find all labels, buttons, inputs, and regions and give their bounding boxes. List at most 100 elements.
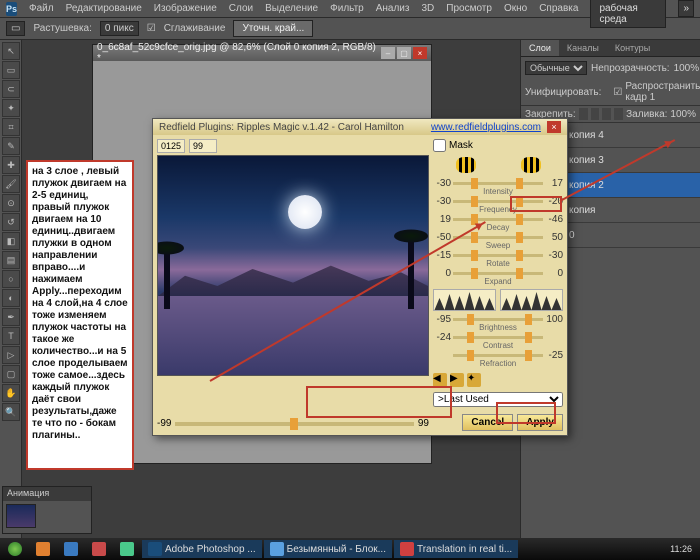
win-close-icon[interactable]: × [413,47,427,59]
lock-trans-icon[interactable] [579,108,588,120]
cancel-button[interactable]: Cancel [462,414,513,431]
frame-thumb[interactable] [6,504,36,528]
path-tool-icon[interactable]: ▷ [2,346,20,364]
slider-label: Frequency [433,205,563,214]
feather-input[interactable]: 0 пикс [100,21,139,36]
unify-label: Унифицировать: [525,87,601,98]
plugin-link[interactable]: www.redfieldplugins.com [431,122,541,133]
quicklaunch-icon[interactable] [114,540,140,558]
wand-tool-icon[interactable]: ✦ [2,99,20,117]
menu-edit[interactable]: Редактирование [66,3,142,14]
preview-num-b[interactable]: 99 [189,139,217,153]
propagate-check[interactable]: ☑ [613,87,622,98]
slider-label: Brightness [433,323,563,332]
menu-3d[interactable]: 3D [421,3,434,14]
menu-view[interactable]: Просмотр [446,3,492,14]
zoom-tool-icon[interactable]: 🔍 [2,403,20,421]
menu-filter[interactable]: Фильтр [330,3,364,14]
apply-button[interactable]: Apply [517,414,563,431]
dodge-tool-icon[interactable]: ◐ [2,289,20,307]
preset-bee-icon[interactable] [456,157,476,173]
shape-tool-icon[interactable]: ▢ [2,365,20,383]
waveform-left[interactable] [433,289,496,311]
plugin-close-icon[interactable]: × [547,121,561,133]
quicklaunch-icon[interactable] [86,540,112,558]
mask-checkbox[interactable] [433,139,446,152]
layer-name: копия 4 [569,130,604,141]
workspace-button[interactable]: Основная рабочая среда [590,0,666,28]
slider-refraction[interactable] [453,354,543,357]
win-max-icon[interactable]: ▢ [397,47,411,59]
taskbar-app[interactable]: Безымянный - Блок... [264,540,392,558]
lock-all-icon[interactable] [614,108,623,120]
fill-value[interactable]: 100% [670,109,696,120]
lasso-tool-icon[interactable]: ⊂ [2,80,20,98]
refine-edge-button[interactable]: Уточн. край... [233,20,313,37]
slider-right-val: 50 [545,232,563,243]
ps-icon [148,542,162,556]
stamp-tool-icon[interactable]: ⊙ [2,194,20,212]
quicklaunch-icon[interactable] [30,540,56,558]
next-preset-icon[interactable]: ▶ [450,373,464,387]
preset-bee-icon[interactable] [521,157,541,173]
tool-preset-icon[interactable]: ▭ [6,21,25,36]
blend-mode-select[interactable]: Обычные [525,61,587,75]
clock[interactable]: 11:26 [664,544,698,554]
type-tool-icon[interactable]: T [2,327,20,345]
tab-layers[interactable]: Слои [521,40,559,56]
gradient-tool-icon[interactable]: ▤ [2,251,20,269]
prev-preset-icon[interactable]: ◀ [433,373,447,387]
pen-tool-icon[interactable]: ✒ [2,308,20,326]
tab-paths[interactable]: Контуры [607,40,658,56]
menu-image[interactable]: Изображение [154,3,217,14]
move-tool-icon[interactable]: ↖ [2,42,20,60]
history-tool-icon[interactable]: ↺ [2,213,20,231]
lock-pixel-icon[interactable] [591,108,600,120]
marquee-tool-icon[interactable]: ▭ [2,61,20,79]
eyedrop-tool-icon[interactable]: ✎ [2,137,20,155]
slider-expand[interactable] [453,272,543,275]
crop-tool-icon[interactable]: ⌗ [2,118,20,136]
menu-analysis[interactable]: Анализ [376,3,410,14]
menu-help[interactable]: Справка [539,3,578,14]
menu-file[interactable]: Файл [29,3,54,14]
slider-sweep[interactable] [453,236,543,239]
slider-decay[interactable] [453,218,543,221]
slider-contrast[interactable] [453,336,543,339]
menu-window[interactable]: Окно [504,3,527,14]
waveform-right[interactable] [500,289,563,311]
animation-panel: Анимация [2,486,92,534]
slider-intensity[interactable] [453,182,543,185]
taskbar-app[interactable]: Adobe Photoshop ... [142,540,262,558]
lock-pos-icon[interactable] [602,108,611,120]
win-min-icon[interactable]: – [381,47,395,59]
zoom-slider[interactable] [175,422,413,426]
fill-label: Заливка: [626,109,667,120]
eraser-tool-icon[interactable]: ◧ [2,232,20,250]
menu-select[interactable]: Выделение [265,3,318,14]
preview-image[interactable] [157,155,429,376]
preview-num-a[interactable]: 0125 [157,139,185,153]
mask-label: Mask [449,140,473,151]
opacity-value[interactable]: 100% [674,63,700,74]
start-button[interactable] [2,540,28,558]
hand-tool-icon[interactable]: ✋ [2,384,20,402]
slider-rotate[interactable] [453,254,543,257]
taskbar-app[interactable]: Translation in real ti... [394,540,518,558]
random-preset-icon[interactable]: ✦ [467,373,481,387]
slider-frequency[interactable] [453,200,543,203]
heal-tool-icon[interactable]: ✚ [2,156,20,174]
quicklaunch-icon[interactable] [58,540,84,558]
tab-channels[interactable]: Каналы [559,40,607,56]
preset-select[interactable]: >Last Used [433,392,563,407]
slider-left-val: -15 [433,250,451,261]
menu-layers[interactable]: Слои [229,3,253,14]
workspace-more-icon[interactable]: » [678,0,694,17]
zoom-min: -99 [157,418,171,429]
antialias-checkbox[interactable]: ☑ [147,23,156,34]
slider-brightness[interactable] [453,318,543,321]
slider-right-val: 100 [545,314,563,325]
propagate-label: Распространить кадр 1 [625,81,700,103]
brush-tool-icon[interactable]: 🖌 [2,175,20,193]
blur-tool-icon[interactable]: ○ [2,270,20,288]
